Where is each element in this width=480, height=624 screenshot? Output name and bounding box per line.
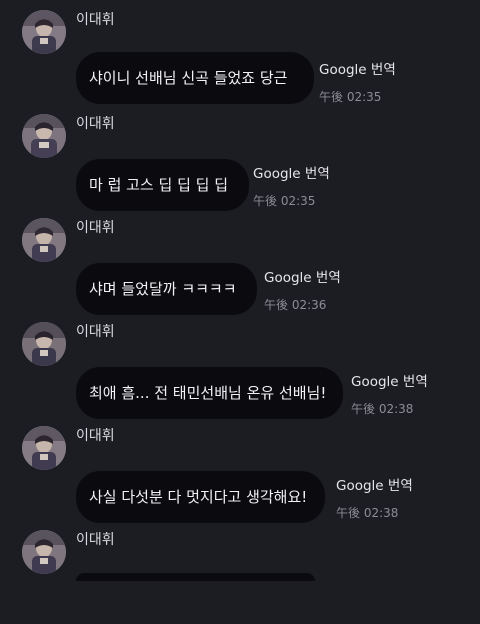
message-bubble[interactable]: 마 럽 고스 딥 딥 딥 딥	[76, 159, 249, 211]
avatar-photo-icon	[22, 218, 66, 262]
message-item: 이대휘	[0, 520, 480, 624]
avatar[interactable]	[22, 218, 66, 262]
avatar-photo-icon	[22, 10, 66, 54]
sender-name: 이대휘	[76, 428, 115, 444]
google-translate-link[interactable]: Google 번역	[253, 162, 330, 182]
avatar-photo-icon	[22, 114, 66, 158]
message-bubble[interactable]: 사실 다섯분 다 멋지다고 생각해요!	[76, 471, 325, 523]
message-time: 午後 02:35	[319, 90, 382, 104]
message-bubble[interactable]: 샤며 들었달까 ㅋㅋㅋㅋ	[76, 263, 257, 315]
avatar[interactable]	[22, 530, 66, 574]
message-time: 午後 02:36	[264, 298, 327, 312]
avatar[interactable]	[22, 10, 66, 54]
sender-name: 이대휘	[76, 324, 115, 340]
message-time: 午後 02:35	[253, 194, 316, 208]
message-item: 이대휘 샤이니 선배님 신곡 들었죠 당근 Google 번역 午後 02:35	[0, 0, 480, 104]
message-bubble[interactable]: 샤이니 선배님 신곡 들었죠 당근	[76, 52, 314, 104]
avatar-photo-icon	[22, 426, 66, 470]
google-translate-link[interactable]: Google 번역	[264, 266, 341, 286]
sender-name: 이대휘	[76, 220, 115, 236]
avatar-photo-icon	[22, 530, 66, 574]
avatar[interactable]	[22, 322, 66, 366]
message-item: 이대휘 마 럽 고스 딥 딥 딥 딥 Google 번역 午後 02:35	[0, 104, 480, 211]
google-translate-link[interactable]: Google 번역	[351, 370, 428, 390]
message-item: 이대휘 샤며 들었달까 ㅋㅋㅋㅋ Google 번역 午後 02:36	[0, 208, 480, 315]
message-time: 午後 02:38	[351, 402, 414, 416]
chat-message-list[interactable]: 이대휘 샤이니 선배님 신곡 들었죠 당근 Google 번역 午後 02:35…	[0, 0, 480, 581]
message-item: 이대휘 사실 다섯분 다 멋지다고 생각해요! Google 번역 午後 02:…	[0, 416, 480, 523]
sender-name: 이대휘	[76, 116, 115, 132]
avatar[interactable]	[22, 426, 66, 470]
google-translate-link[interactable]: Google 번역	[336, 474, 413, 494]
message-bubble[interactable]: 최애 흠... 전 태민선배님 온유 선배님!	[76, 367, 343, 419]
message-item: 이대휘 최애 흠... 전 태민선배님 온유 선배님! Google 번역 午後…	[0, 312, 480, 419]
message-time: 午後 02:38	[336, 506, 399, 520]
avatar[interactable]	[22, 114, 66, 158]
sender-name: 이대휘	[76, 12, 115, 28]
avatar-photo-icon	[22, 322, 66, 366]
message-bubble-partial[interactable]	[76, 573, 315, 581]
sender-name: 이대휘	[76, 532, 115, 548]
google-translate-link[interactable]: Google 번역	[319, 58, 396, 78]
